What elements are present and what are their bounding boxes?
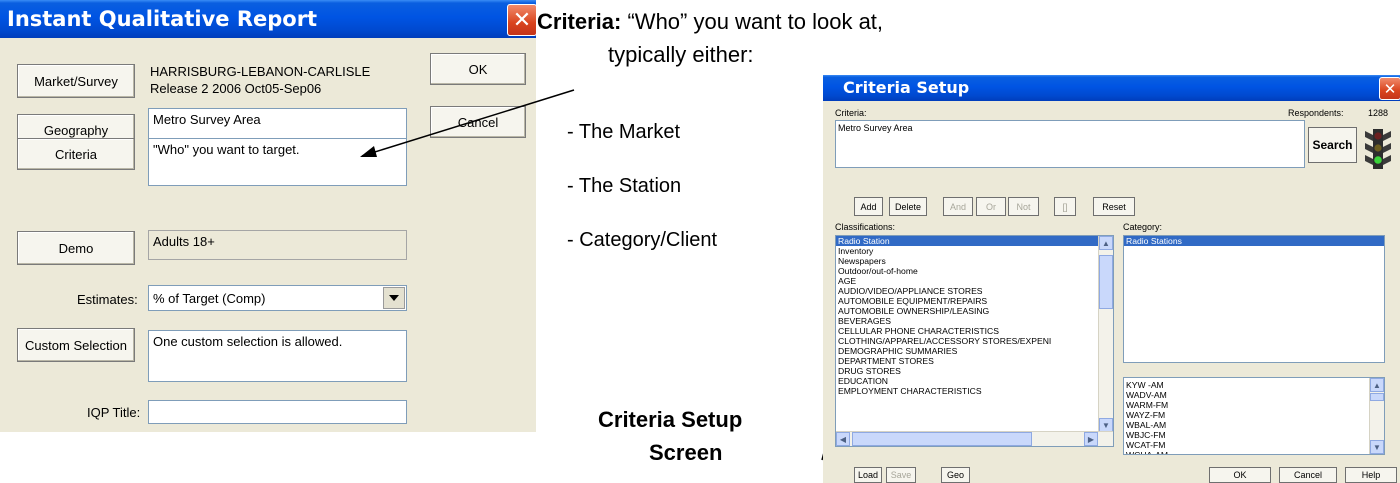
list-item[interactable]: AUTOMOBILE EQUIPMENT/REPAIRS bbox=[836, 296, 1113, 306]
station-items: KYW -AM WADV-AM WARM-FM WAYZ-FM WBAL-AM WBJC-… bbox=[1124, 378, 1384, 454]
stations-scroll-up-icon[interactable]: ▲ bbox=[1370, 378, 1384, 392]
scroll-right-icon[interactable]: ▶ bbox=[1084, 432, 1098, 446]
setup-title: Criteria Setup bbox=[843, 78, 970, 97]
list-item[interactable]: CELLULAR PHONE CHARACTERISTICS bbox=[836, 326, 1113, 336]
setup-ok-button[interactable]: OK bbox=[1209, 467, 1271, 483]
stations-scroll-down-icon[interactable]: ▼ bbox=[1370, 440, 1384, 454]
classifications-label: Classifications: bbox=[835, 222, 896, 232]
list-item[interactable]: CLOTHING/APPAREL/ACCESSORY STORES/EXPENI bbox=[836, 336, 1113, 346]
list-item[interactable]: BEVERAGES bbox=[836, 316, 1113, 326]
list-item[interactable]: Radio Station bbox=[836, 236, 1113, 246]
traffic-light-icon bbox=[1365, 129, 1391, 169]
respondents-value: 1288 bbox=[1368, 108, 1389, 118]
stations-scrollbar[interactable]: ▲ ▼ bbox=[1369, 378, 1384, 454]
scroll-thumb[interactable] bbox=[1099, 255, 1113, 309]
list-item[interactable]: WCHA-AM bbox=[1124, 450, 1384, 454]
list-item[interactable]: WCAT-FM bbox=[1124, 440, 1384, 450]
list-item[interactable]: WBAL-AM bbox=[1124, 420, 1384, 430]
search-button[interactable]: Search bbox=[1308, 127, 1357, 163]
list-item[interactable]: DEMOGRAPHIC SUMMARIES bbox=[836, 346, 1113, 356]
classifications-hscrollbar[interactable]: ◀ ▶ bbox=[836, 431, 1113, 446]
help-button[interactable]: Help bbox=[1345, 467, 1397, 483]
scroll-down-icon[interactable]: ▼ bbox=[1099, 418, 1113, 432]
not-button[interactable]: Not bbox=[1008, 197, 1039, 216]
setup-criteria-label: Criteria: bbox=[835, 108, 867, 118]
list-item[interactable]: DRUG STORES bbox=[836, 366, 1113, 376]
list-item[interactable]: EMPLOYMENT CHARACTERISTICS bbox=[836, 386, 1113, 396]
respondents-label: Respondents: bbox=[1288, 108, 1344, 118]
reset-button[interactable]: Reset bbox=[1093, 197, 1135, 216]
list-item[interactable]: EDUCATION bbox=[836, 376, 1113, 386]
scroll-up-icon[interactable]: ▲ bbox=[1099, 236, 1113, 250]
list-item[interactable]: AGE bbox=[836, 276, 1113, 286]
classifications-list[interactable]: Radio Station Inventory Newspapers Outdoor/… bbox=[835, 235, 1114, 447]
list-item[interactable]: Inventory bbox=[836, 246, 1113, 256]
scroll-left-icon[interactable]: ◀ bbox=[836, 432, 850, 446]
classifications-scrollbar[interactable]: ▲ ▼ bbox=[1098, 236, 1113, 432]
hscroll-thumb[interactable] bbox=[852, 432, 1032, 446]
list-item[interactable]: Newspapers bbox=[836, 256, 1113, 266]
setup-criteria-field[interactable]: Metro Survey Area bbox=[835, 120, 1305, 168]
list-item[interactable]: DEPARTMENT STORES bbox=[836, 356, 1113, 366]
list-item[interactable]: WADV-AM bbox=[1124, 390, 1384, 400]
list-item[interactable]: AUDIO/VIDEO/APPLIANCE STORES bbox=[836, 286, 1113, 296]
and-button[interactable]: And bbox=[943, 197, 973, 216]
stations-list[interactable]: KYW -AM WADV-AM WARM-FM WAYZ-FM WBAL-AM WBJC-… bbox=[1123, 377, 1385, 455]
setup-cancel-button[interactable]: Cancel bbox=[1279, 467, 1337, 483]
setup-titlebar: Criteria Setup bbox=[823, 75, 1400, 101]
category-label: Category: bbox=[1123, 222, 1163, 232]
load-button[interactable]: Load bbox=[854, 467, 882, 483]
list-item[interactable]: AUTOMOBILE OWNERSHIP/LEASING bbox=[836, 306, 1113, 316]
list-item[interactable]: Outdoor/out-of-home bbox=[836, 266, 1113, 276]
geo-button[interactable]: Geo bbox=[941, 467, 970, 483]
delete-button[interactable]: Delete bbox=[889, 197, 927, 216]
stations-scroll-thumb[interactable] bbox=[1370, 393, 1384, 401]
category-list[interactable]: Radio Stations bbox=[1123, 235, 1385, 363]
setup-close-icon[interactable]: ✕ bbox=[1379, 77, 1400, 100]
list-item[interactable]: KYW -AM bbox=[1124, 380, 1384, 390]
or-button[interactable]: Or bbox=[976, 197, 1006, 216]
save-button[interactable]: Save bbox=[886, 467, 916, 483]
classifications-items: Radio Station Inventory Newspapers Outdoor/… bbox=[836, 236, 1113, 396]
parenthesis-button[interactable]: [] bbox=[1054, 197, 1076, 216]
list-item[interactable]: WBJC-FM bbox=[1124, 430, 1384, 440]
criteria-setup-dialog: Criteria Setup ✕ Criteria: Respondents: … bbox=[823, 75, 1400, 483]
add-button[interactable]: Add bbox=[854, 197, 883, 216]
list-item[interactable]: WAYZ-FM bbox=[1124, 410, 1384, 420]
list-item[interactable]: WARM-FM bbox=[1124, 400, 1384, 410]
list-item[interactable]: Radio Stations bbox=[1124, 236, 1384, 246]
category-items: Radio Stations bbox=[1124, 236, 1384, 246]
